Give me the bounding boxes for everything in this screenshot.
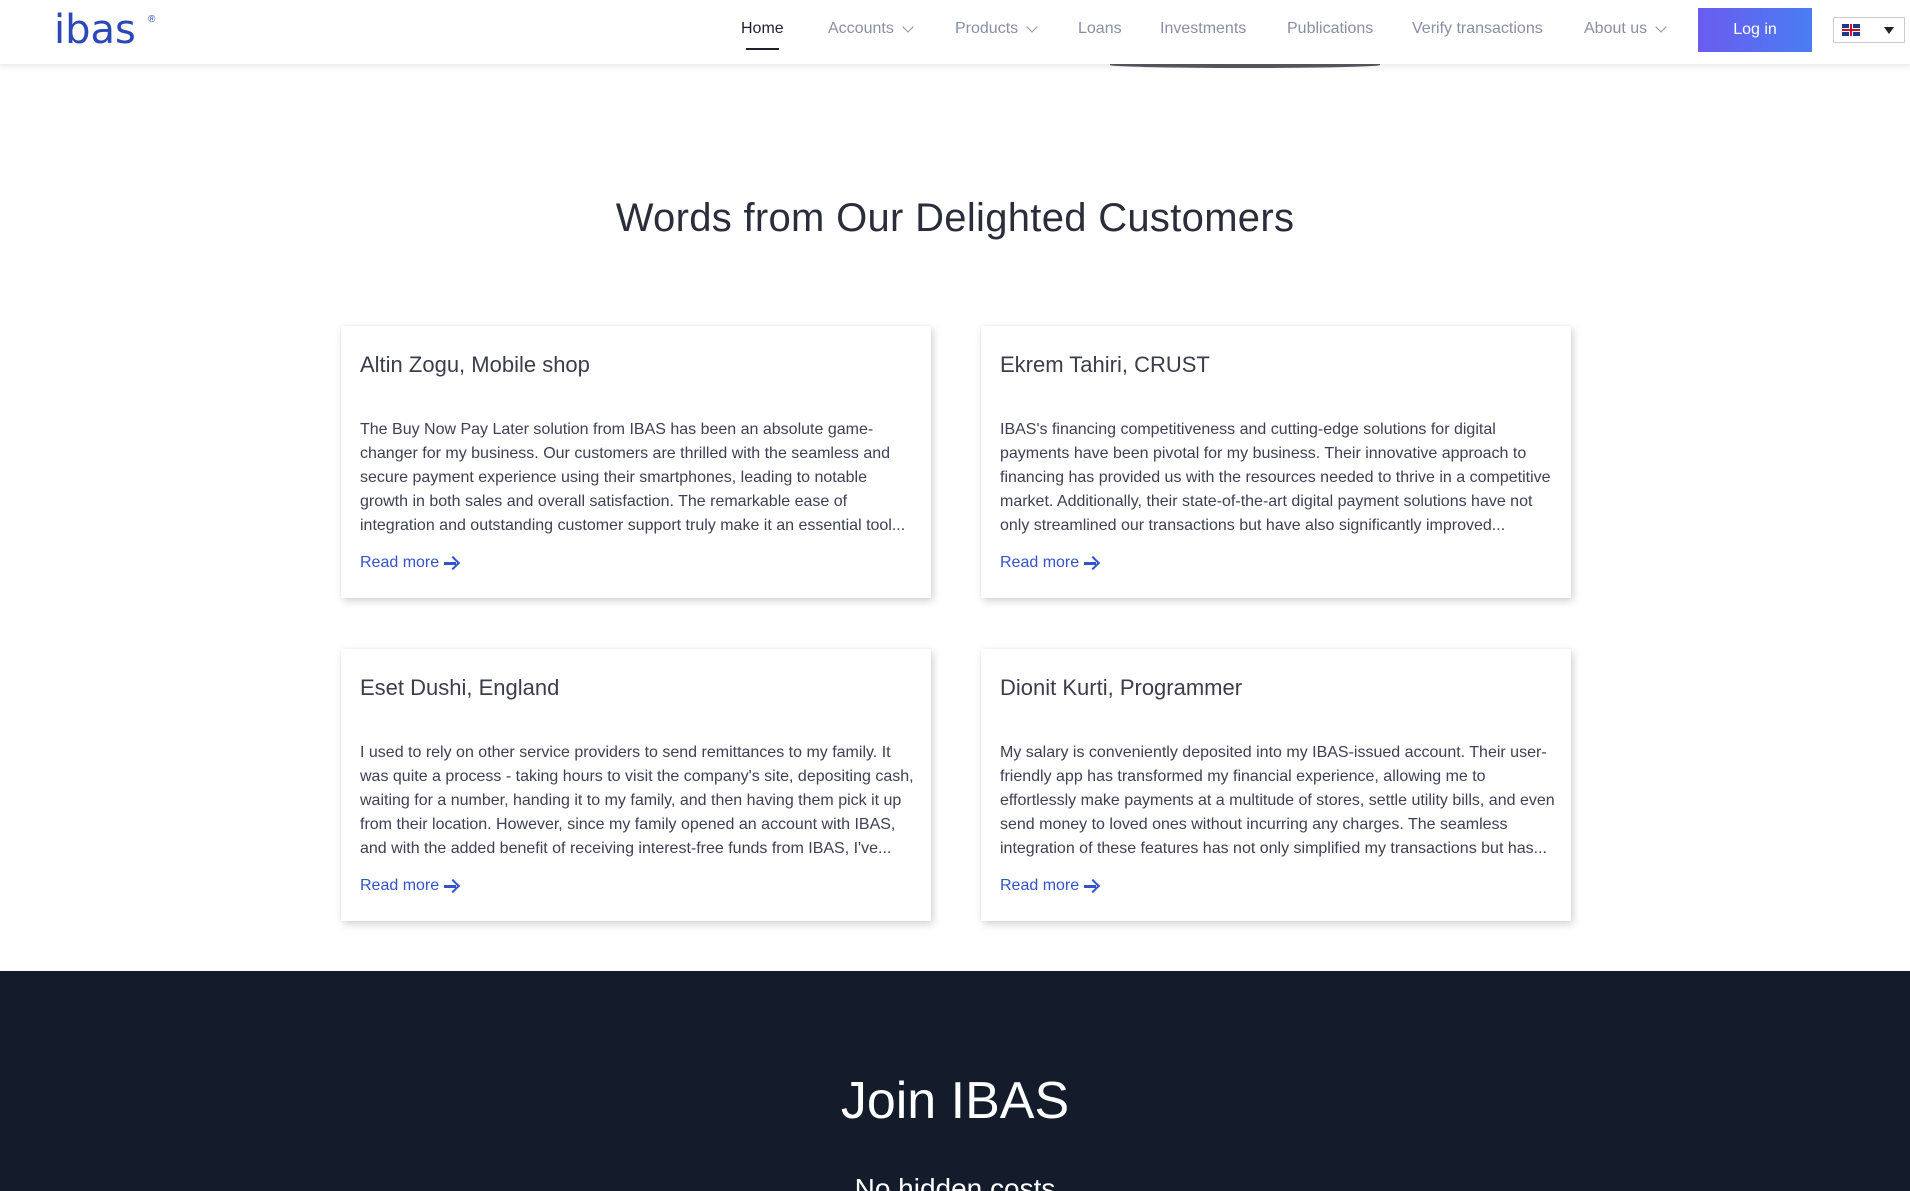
uk-flag-icon	[1842, 24, 1860, 36]
testimonial-text: The Buy Now Pay Later solution from IBAS…	[360, 421, 906, 534]
testimonial-name: Altin Zogu, Mobile shop	[360, 352, 590, 377]
nav-accounts[interactable]: Accounts	[828, 0, 914, 58]
join-title: Join IBAS	[840, 1072, 1070, 1130]
read-more-label: Read more	[1000, 554, 1080, 571]
caret-down-icon	[1884, 27, 1894, 34]
read-more-link[interactable]: Read more	[1000, 554, 1098, 572]
ibas-logo[interactable]: ibas	[54, 8, 136, 52]
testimonial-text: My salary is conveniently deposited into…	[1000, 744, 1555, 857]
nav-publications[interactable]: Publications	[1287, 0, 1373, 58]
nav-loans[interactable]: Loans	[1078, 0, 1122, 58]
nav-publications-label: Publications	[1287, 20, 1374, 37]
arrow-right-icon	[1084, 556, 1098, 570]
nav-home-label: Home	[741, 20, 784, 37]
read-more-label: Read more	[360, 877, 440, 894]
arrow-right-icon	[444, 879, 458, 893]
section-title: Words from Our Delighted Customers	[615, 196, 1295, 240]
testimonial-card: Ekrem Tahiri, CRUST IBAS's financing com…	[981, 326, 1571, 598]
testimonial-card: Altin Zogu, Mobile shop The Buy Now Pay …	[341, 326, 931, 598]
read-more-link[interactable]: Read more	[360, 877, 458, 895]
nav-verify-transactions[interactable]: Verify transactions	[1412, 0, 1543, 58]
testimonial-card: Dionit Kurti, Programmer My salary is co…	[981, 649, 1571, 921]
chevron-down-icon	[1026, 20, 1038, 33]
read-more-label: Read more	[360, 554, 440, 571]
nav-investments-label: Investments	[1160, 20, 1247, 37]
testimonial-text: I used to rely on other service provider…	[360, 744, 914, 857]
arrow-right-icon	[1084, 879, 1098, 893]
nav-accounts-label: Accounts	[828, 20, 894, 37]
nav-home[interactable]: Home	[741, 0, 784, 58]
chevron-down-icon	[1655, 20, 1667, 33]
nav-products[interactable]: Products	[955, 0, 1038, 58]
nav-about-us-label: About us	[1584, 20, 1648, 37]
site-header: ibas ® Home Accounts Products Loans Inve…	[0, 0, 1910, 64]
read-more-link[interactable]: Read more	[360, 554, 458, 572]
read-more-label: Read more	[1000, 877, 1080, 894]
registered-mark: ®	[148, 14, 156, 25]
read-more-link[interactable]: Read more	[1000, 877, 1098, 895]
login-button[interactable]: Log in	[1698, 8, 1812, 52]
nav-investments[interactable]: Investments	[1160, 0, 1246, 58]
arrow-right-icon	[444, 556, 458, 570]
testimonial-card: Eset Dushi, England I used to rely on ot…	[341, 649, 931, 921]
testimonial-name: Ekrem Tahiri, CRUST	[1000, 352, 1210, 377]
language-selector[interactable]	[1833, 17, 1905, 43]
testimonial-name: Eset Dushi, England	[360, 675, 560, 700]
nav-products-label: Products	[955, 20, 1019, 37]
join-subtitle: No hidden costs	[854, 1173, 1056, 1191]
testimonial-text: IBAS's financing competitiveness and cut…	[1000, 421, 1551, 534]
chevron-down-icon	[902, 20, 914, 33]
testimonial-name: Dionit Kurti, Programmer	[1000, 675, 1243, 700]
nav-about-us[interactable]: About us	[1584, 0, 1667, 58]
join-section: Join IBAS No hidden costs	[0, 971, 1910, 1191]
nav-verify-transactions-label: Verify transactions	[1412, 20, 1543, 37]
nav-loans-label: Loans	[1078, 20, 1122, 37]
